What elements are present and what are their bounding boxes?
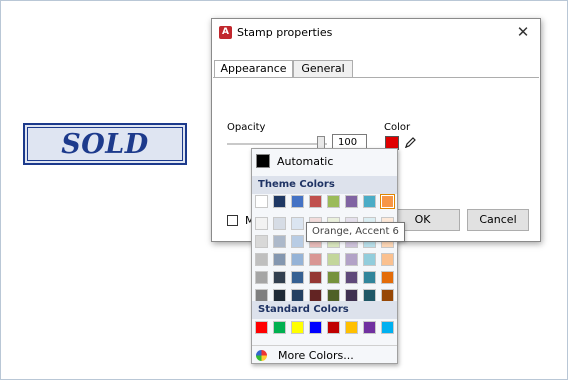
dialog-title: Stamp properties — [237, 26, 333, 39]
close-icon[interactable]: ✕ — [514, 23, 532, 41]
theme-color-swatch[interactable] — [255, 235, 268, 248]
automatic-color-option[interactable]: Automatic — [252, 149, 397, 173]
theme-color-swatch[interactable] — [291, 195, 304, 208]
theme-color-swatch[interactable] — [291, 271, 304, 284]
color-dropdown-menu: Automatic Theme Colors Standard Colors M… — [251, 148, 398, 364]
standard-color-swatch[interactable] — [327, 321, 340, 334]
theme-color-swatch[interactable] — [363, 195, 376, 208]
theme-color-swatch[interactable] — [381, 253, 394, 266]
theme-color-swatch[interactable] — [273, 235, 286, 248]
title-bar[interactable]: A Stamp properties ✕ — [212, 19, 540, 47]
tab-appearance[interactable]: Appearance — [214, 60, 293, 78]
theme-color-swatch[interactable] — [273, 217, 286, 230]
color-label: Color — [384, 122, 411, 133]
theme-color-swatch[interactable] — [327, 271, 340, 284]
automatic-color-swatch — [256, 154, 270, 168]
theme-colors-heading: Theme Colors — [252, 176, 397, 194]
theme-color-swatch[interactable] — [291, 253, 304, 266]
tab-general[interactable]: General — [293, 60, 353, 77]
theme-color-swatch[interactable] — [291, 217, 304, 230]
standard-colors-heading: Standard Colors — [252, 301, 397, 319]
theme-color-swatch[interactable] — [273, 195, 286, 208]
standard-color-swatch[interactable] — [255, 321, 268, 334]
theme-color-swatch[interactable] — [255, 195, 268, 208]
theme-color-swatch[interactable] — [255, 217, 268, 230]
theme-color-swatch[interactable] — [273, 253, 286, 266]
automatic-label: Automatic — [277, 155, 334, 168]
standard-color-swatch[interactable] — [345, 321, 358, 334]
pen-icon[interactable] — [403, 135, 418, 150]
theme-color-swatch[interactable] — [327, 195, 340, 208]
theme-color-swatch[interactable] — [255, 253, 268, 266]
theme-color-swatch[interactable] — [363, 271, 376, 284]
more-colors-label: More Colors... — [278, 349, 354, 362]
cancel-button[interactable]: Cancel — [467, 209, 529, 231]
stamp-text: SOLD — [61, 128, 149, 160]
theme-color-swatch[interactable] — [273, 271, 286, 284]
sold-stamp[interactable]: SOLD — [23, 123, 187, 165]
standard-color-swatch[interactable] — [291, 321, 304, 334]
theme-color-swatch[interactable] — [255, 271, 268, 284]
standard-color-swatch[interactable] — [273, 321, 286, 334]
theme-color-swatch[interactable] — [381, 271, 394, 284]
standard-color-swatch[interactable] — [309, 321, 322, 334]
footer-checkbox[interactable] — [227, 215, 238, 226]
more-colors-option[interactable]: More Colors... — [252, 345, 397, 365]
theme-color-swatch[interactable] — [309, 195, 322, 208]
theme-color-swatch[interactable] — [309, 271, 322, 284]
standard-color-swatch[interactable] — [381, 321, 394, 334]
theme-color-swatch[interactable] — [380, 194, 395, 209]
standard-color-swatch[interactable] — [363, 321, 376, 334]
theme-color-swatch[interactable] — [291, 235, 304, 248]
theme-color-swatch[interactable] — [363, 253, 376, 266]
theme-color-swatch[interactable] — [327, 253, 340, 266]
opacity-slider-track[interactable] — [227, 143, 327, 145]
opacity-label: Opacity — [227, 122, 266, 133]
color-tooltip: Orange, Accent 6 — [306, 222, 405, 242]
theme-color-swatch[interactable] — [345, 195, 358, 208]
color-palette-icon — [256, 350, 267, 361]
theme-color-swatch[interactable] — [345, 271, 358, 284]
theme-color-swatch[interactable] — [309, 253, 322, 266]
acrobat-app-icon: A — [219, 26, 232, 39]
theme-color-swatch[interactable] — [345, 253, 358, 266]
